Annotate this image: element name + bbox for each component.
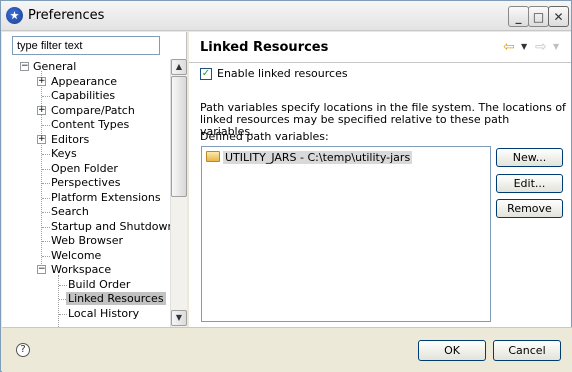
tree-item-label: Open Folder (51, 162, 118, 175)
help-icon[interactable]: ? (16, 343, 30, 357)
tree-guide (42, 154, 50, 155)
tree-expander-expand-icon[interactable]: + (37, 77, 46, 86)
tree-item-linked-resources[interactable]: Linked Resources (66, 291, 166, 306)
tree-item-content-types[interactable]: Content Types (51, 117, 129, 132)
forward-dropdown-icon[interactable]: ▼ (553, 42, 559, 51)
tree-guide (58, 275, 59, 327)
tree-item-capabilities[interactable]: Capabilities (51, 88, 115, 103)
tree-item-label: Keys (51, 147, 77, 160)
tree-item-label: Platform Extensions (51, 191, 161, 204)
tree-guide (42, 169, 50, 170)
ok-button[interactable]: OK (418, 340, 486, 361)
minimize-button[interactable]: _ (508, 6, 529, 27)
tree-item-startup-shutdown[interactable]: Startup and Shutdown (51, 219, 171, 234)
tree-guide (42, 256, 50, 257)
close-button[interactable]: ✕ (548, 6, 569, 27)
maximize-icon: □ (532, 9, 545, 24)
open-folder-icon (206, 151, 220, 162)
tree-item-web-browser[interactable]: Web Browser (51, 233, 123, 248)
tree-expander-expand-icon[interactable]: + (37, 106, 46, 115)
tree-guide (42, 241, 50, 242)
new-variable-button[interactable]: New... (496, 148, 563, 167)
tree-item-label: Local History (68, 307, 140, 320)
filter-input[interactable] (12, 36, 160, 55)
tree-guide (42, 227, 50, 228)
tree-expander-collapse-icon[interactable]: − (37, 265, 46, 274)
tree-guide (59, 314, 67, 315)
tree-expander-expand-icon[interactable]: + (37, 135, 46, 144)
tree-item-perspectives[interactable]: Perspectives (51, 175, 120, 190)
tree-guide (42, 212, 50, 213)
tree-item-label: Workspace (51, 263, 112, 276)
preferences-window: Preferences _ □ ✕ − General + Appearance… (0, 0, 572, 372)
tree-item-label: General (33, 60, 77, 73)
preference-tree-pane: − General + Appearance Capabilities + Co… (2, 32, 187, 327)
linked-resources-page: Linked Resources ⇦ ▼ ⇨ ▼ ✓ Enable linked… (189, 32, 571, 327)
tree-guide (42, 183, 50, 184)
tree-expander-collapse-icon[interactable]: − (20, 62, 29, 71)
tree-item-build-order[interactable]: Build Order (68, 277, 130, 292)
tree-item-label: Compare/Patch (51, 104, 135, 117)
remove-variable-button[interactable]: Remove (496, 199, 563, 218)
eclipse-app-icon (6, 7, 23, 24)
tree-guide (41, 71, 42, 274)
preference-tree: − General + Appearance Capabilities + Co… (2, 59, 171, 327)
window-title: Preferences (28, 8, 105, 23)
tree-item-label: Startup and Shutdown (51, 220, 171, 233)
scroll-down-icon[interactable]: ▼ (171, 310, 187, 326)
tree-vertical-scrollbar[interactable]: ▲ ▼ (170, 59, 187, 327)
header-separator (189, 62, 571, 63)
tree-item-keys[interactable]: Keys (51, 146, 77, 161)
tree-item-label: Perspectives (51, 176, 121, 189)
tree-guide (42, 198, 50, 199)
close-icon: ✕ (553, 9, 564, 24)
tree-item-platform-extensions[interactable]: Platform Extensions (51, 190, 161, 205)
edit-variable-button[interactable]: Edit... (496, 174, 563, 193)
back-arrow-icon[interactable]: ⇦ (503, 39, 515, 55)
tree-item-label: Build Order (68, 278, 131, 291)
tree-item-search[interactable]: Search (51, 204, 89, 219)
enable-linked-resources-label[interactable]: Enable linked resources (217, 67, 348, 80)
tree-item-label: Appearance (51, 75, 118, 88)
list-item[interactable]: UTILITY_JARS - C:\temp\utility-jars (206, 151, 413, 165)
tree-item-label: Editors (51, 133, 90, 146)
minimize-icon: _ (515, 9, 522, 24)
tree-item-label: Capabilities (51, 89, 116, 102)
tree-item-label: Search (51, 205, 89, 218)
scrollbar-thumb[interactable] (171, 76, 187, 197)
enable-linked-resources-checkbox[interactable]: ✓ (200, 68, 212, 80)
back-dropdown-icon[interactable]: ▼ (521, 42, 527, 51)
dialog-button-bar: ? OK Cancel (2, 327, 572, 372)
tree-guide (59, 299, 66, 300)
cancel-button[interactable]: Cancel (493, 340, 561, 361)
tree-guide (42, 125, 50, 126)
tree-guide (42, 96, 50, 97)
variable-text: UTILITY_JARS - C:\temp\utility-jars (223, 151, 413, 164)
maximize-button[interactable]: □ (528, 6, 549, 27)
tree-item-open-folder[interactable]: Open Folder (51, 161, 118, 176)
defined-variables-label: Defined path variables: (200, 130, 329, 143)
tree-guide (59, 285, 67, 286)
tree-item-label: Linked Resources (66, 292, 166, 305)
page-title: Linked Resources (200, 40, 329, 55)
forward-arrow-icon[interactable]: ⇨ (535, 39, 547, 55)
path-variables-list[interactable]: UTILITY_JARS - C:\temp\utility-jars (201, 146, 491, 322)
tree-item-welcome[interactable]: Welcome (51, 248, 101, 263)
tree-item-local-history[interactable]: Local History (68, 306, 139, 321)
scroll-up-icon[interactable]: ▲ (171, 59, 187, 75)
tree-item-label: Web Browser (51, 234, 124, 247)
tree-item-label: Content Types (51, 118, 130, 131)
tree-item-label: Welcome (51, 249, 102, 262)
title-bar: Preferences _ □ ✕ (1, 1, 571, 31)
